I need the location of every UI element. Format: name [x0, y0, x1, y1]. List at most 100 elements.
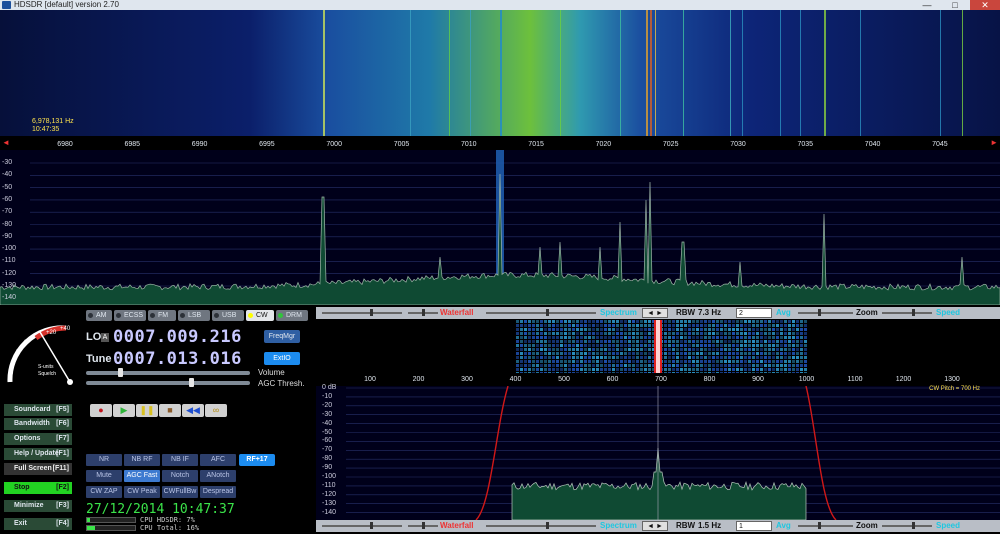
top-waterfall-slider-3[interactable]	[486, 309, 596, 316]
play-button[interactable]: ▶	[113, 404, 135, 417]
tune-frequency-display[interactable]: 0007.013.016	[113, 349, 242, 369]
side-button-help-update[interactable]: Help / Update [F1]	[4, 448, 72, 460]
dsp-button-anotch[interactable]: ANotch	[200, 470, 236, 482]
lo-ab-toggle[interactable]: A	[101, 333, 109, 342]
side-button-options[interactable]: Options [F7]	[4, 433, 72, 445]
dsp-button-mute[interactable]: Mute	[86, 470, 122, 482]
side-button-bandwidth[interactable]: Bandwidth [F6]	[4, 418, 72, 430]
side-button-full-screen[interactable]: Full Screen [F11]	[4, 463, 72, 475]
frequency-tick-label: 7000	[326, 141, 342, 148]
maximize-window-button[interactable]: □	[942, 0, 968, 10]
mode-indicator-icon	[116, 313, 121, 318]
audio-db-label: -80	[322, 455, 333, 463]
side-button-minimize[interactable]: Minimize [F3]	[4, 500, 72, 512]
audio-db-label: -50	[322, 428, 333, 436]
stop-record-button[interactable]: ■	[159, 404, 181, 417]
main-spectrum[interactable]	[0, 150, 1000, 305]
lo-frequency-display[interactable]: 0007.009.216	[113, 327, 242, 347]
close-window-button[interactable]: ✕	[970, 0, 1000, 10]
agc-threshold-slider[interactable]	[86, 378, 250, 387]
loop-button[interactable]: ∞	[205, 404, 227, 417]
scroll-left-icon[interactable]: ◄	[2, 138, 10, 147]
audio-frequency-tick-label: 600	[606, 376, 619, 383]
mode-button-cw[interactable]: CW	[246, 310, 274, 321]
dsp-button-cwfullbw[interactable]: CWFullBw	[162, 486, 198, 498]
audio-spectrum[interactable]	[316, 386, 1000, 520]
top-zoom-slider[interactable]	[882, 309, 932, 316]
record-button[interactable]: ●	[90, 404, 112, 417]
mode-indicator-icon	[214, 313, 219, 318]
mode-button-am[interactable]: AM	[86, 310, 112, 321]
rf-gain-button[interactable]: RF+17	[239, 454, 275, 466]
audio-frequency-tick-label: 400	[509, 376, 522, 383]
pause-button[interactable]: ❚❚	[136, 404, 158, 417]
dsp-button-notch[interactable]: Notch	[162, 470, 198, 482]
extio-button[interactable]: ExtIO	[264, 352, 300, 365]
bottom-waterfall-slider-3[interactable]	[486, 522, 596, 529]
minimize-window-button[interactable]: —	[914, 0, 940, 10]
frequency-tick-label: 7045	[932, 141, 948, 148]
audio-db-label: -90	[322, 464, 333, 472]
mode-button-ecss[interactable]: ECSS	[114, 310, 146, 321]
frequency-tick-label: 7015	[528, 141, 544, 148]
bottom-avg-slider[interactable]	[798, 522, 853, 529]
audio-frequency-tick-label: 300	[461, 376, 473, 383]
dsp-button-cw-zap[interactable]: CW ZAP	[86, 486, 122, 498]
bottom-waterfall-slider-2[interactable]	[408, 522, 438, 529]
freqmgr-button[interactable]: FreqMgr	[264, 330, 300, 343]
main-waterfall[interactable]	[0, 10, 1000, 136]
scroll-right-icon[interactable]: ►	[990, 138, 998, 147]
agc-threshold-slider-knob[interactable]	[189, 378, 195, 387]
top-avg-slider[interactable]	[798, 309, 853, 316]
frequency-scale[interactable]: ◄ ► 6980 6985 6990 6995 7000 7005 7010 7015 7020…	[0, 136, 1000, 151]
dsp-button-nb-rf[interactable]: NB RF	[124, 454, 160, 466]
volume-slider[interactable]	[86, 368, 250, 377]
cpu-hdsdr-text: CPU HDSDR: 7%	[140, 516, 195, 524]
dsp-button-agc-fast[interactable]: AGC Fast	[124, 470, 160, 482]
dsp-button-cw-peak[interactable]: CW Peak	[124, 486, 160, 498]
rewind-button[interactable]: ◀◀	[182, 404, 204, 417]
bottom-waterfall-slider-1[interactable]	[322, 522, 402, 529]
dsp-button-despread[interactable]: Despread	[200, 486, 236, 498]
spectrum-db-label: -70	[2, 208, 13, 216]
s-meter: +40 +20 9 7 5 3 1 S-units Squelch	[7, 325, 73, 385]
mode-button-lsb[interactable]: LSB	[178, 310, 210, 321]
side-button-soundcard[interactable]: Soundcard [F5]	[4, 404, 72, 416]
bottom-rbw-arrows[interactable]: ◄ ►	[642, 521, 668, 531]
mode-button-usb[interactable]: USB	[212, 310, 244, 321]
top-avg-label: Avg	[776, 308, 791, 317]
frequency-tick-label: 6985	[124, 141, 141, 148]
waterfall-signal-line	[470, 10, 471, 136]
mode-indicator-icon	[88, 313, 93, 318]
audio-db-label: -110	[322, 481, 336, 489]
volume-slider-knob[interactable]	[117, 368, 123, 377]
bottom-zoom-slider[interactable]	[882, 522, 932, 529]
side-button-key: [F6]	[56, 420, 69, 427]
s-meter-caption-units: S-units	[38, 364, 54, 370]
dsp-button-nr[interactable]: NR	[86, 454, 122, 466]
frequency-tick-label: 7035	[797, 141, 814, 148]
audio-frequency-scale[interactable]: 100 200 300 400 500 600 700 800 900 1000 1100 1200 1…	[316, 373, 1000, 387]
waterfall-signal-line	[800, 10, 801, 136]
mode-label: DRM	[286, 312, 302, 319]
side-button-exit[interactable]: Exit [F4]	[4, 518, 72, 530]
top-spectrum-label: Spectrum	[600, 308, 637, 317]
dsp-button-nb-if[interactable]: NB IF	[162, 454, 198, 466]
top-waterfall-slider-1[interactable]	[322, 309, 402, 316]
mode-button-fm[interactable]: FM	[148, 310, 176, 321]
top-waterfall-slider-2[interactable]	[408, 309, 438, 316]
frequency-tick-label: 7020	[595, 141, 612, 148]
audio-waterfall[interactable]	[316, 320, 1000, 373]
side-button-label: Minimize	[14, 502, 44, 509]
dsp-button-afc[interactable]: AFC	[200, 454, 236, 466]
audio-waterfall-peak-core	[656, 320, 660, 373]
side-button-key: [F2]	[56, 484, 69, 491]
side-button-label: Soundcard	[14, 406, 51, 413]
top-avg-select[interactable]: 2	[736, 308, 772, 318]
window-title: HDSDR [default] version 2.70	[14, 0, 119, 9]
audio-db-label: -20	[322, 401, 333, 409]
top-rbw-arrows[interactable]: ◄ ►	[642, 308, 668, 318]
mode-button-drm[interactable]: DRM	[276, 310, 308, 321]
side-button-stop[interactable]: Stop [F2]	[4, 482, 72, 494]
bottom-avg-select[interactable]: 1	[736, 521, 772, 531]
